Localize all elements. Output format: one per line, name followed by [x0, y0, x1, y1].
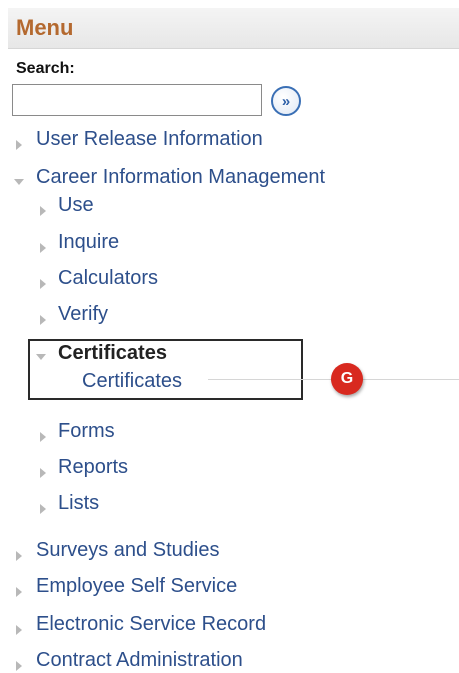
menu-header: Menu	[8, 8, 459, 49]
menu-item-label: Certificates	[82, 370, 183, 392]
collapsed-arrow-icon	[40, 279, 46, 289]
double-chevron-right-icon: »	[281, 92, 291, 110]
menu-item-label: Verify	[58, 303, 109, 325]
menu-item-label: Lists	[58, 492, 100, 514]
menu-item-label: Use	[58, 194, 94, 216]
menu-item-label: Electronic Service Record	[36, 613, 267, 635]
callout-badge-letter: G	[340, 370, 354, 387]
menu-item-label: User Release Information	[36, 128, 263, 150]
search-label: Search:	[16, 60, 75, 77]
collapsed-arrow-icon	[40, 504, 46, 514]
collapsed-arrow-icon	[40, 468, 46, 478]
collapsed-arrow-icon	[40, 243, 46, 253]
expanded-arrow-icon	[36, 354, 46, 360]
collapsed-arrow-icon	[16, 587, 22, 597]
menu-title: Menu	[16, 15, 74, 40]
expanded-arrow-icon	[14, 179, 24, 185]
menu-item-label: Inquire	[58, 231, 120, 253]
collapsed-arrow-icon	[40, 315, 46, 325]
menu-item-label: Certificates	[58, 342, 167, 364]
collapsed-arrow-icon	[16, 661, 22, 671]
menu-panel: Menu Search: » User Release Information …	[0, 0, 459, 673]
collapsed-arrow-icon	[40, 432, 46, 442]
menu-item-label: Surveys and Studies	[36, 539, 220, 561]
collapsed-arrow-icon	[16, 625, 22, 635]
callout-badge: G	[331, 363, 363, 395]
menu-item-label: Career Information Management	[36, 166, 326, 188]
collapsed-arrow-icon	[16, 551, 22, 561]
menu-item-label: Contract Administration	[36, 649, 243, 671]
menu-item-label: Calculators	[58, 267, 159, 289]
collapsed-arrow-icon	[40, 206, 46, 216]
menu-item-label: Employee Self Service	[36, 575, 238, 597]
menu-item-label: Reports	[58, 456, 129, 478]
search-go-button[interactable]: »	[271, 86, 301, 116]
menu-item-label: Forms	[58, 420, 115, 442]
collapsed-arrow-icon	[16, 140, 22, 150]
search-input[interactable]	[12, 84, 262, 116]
